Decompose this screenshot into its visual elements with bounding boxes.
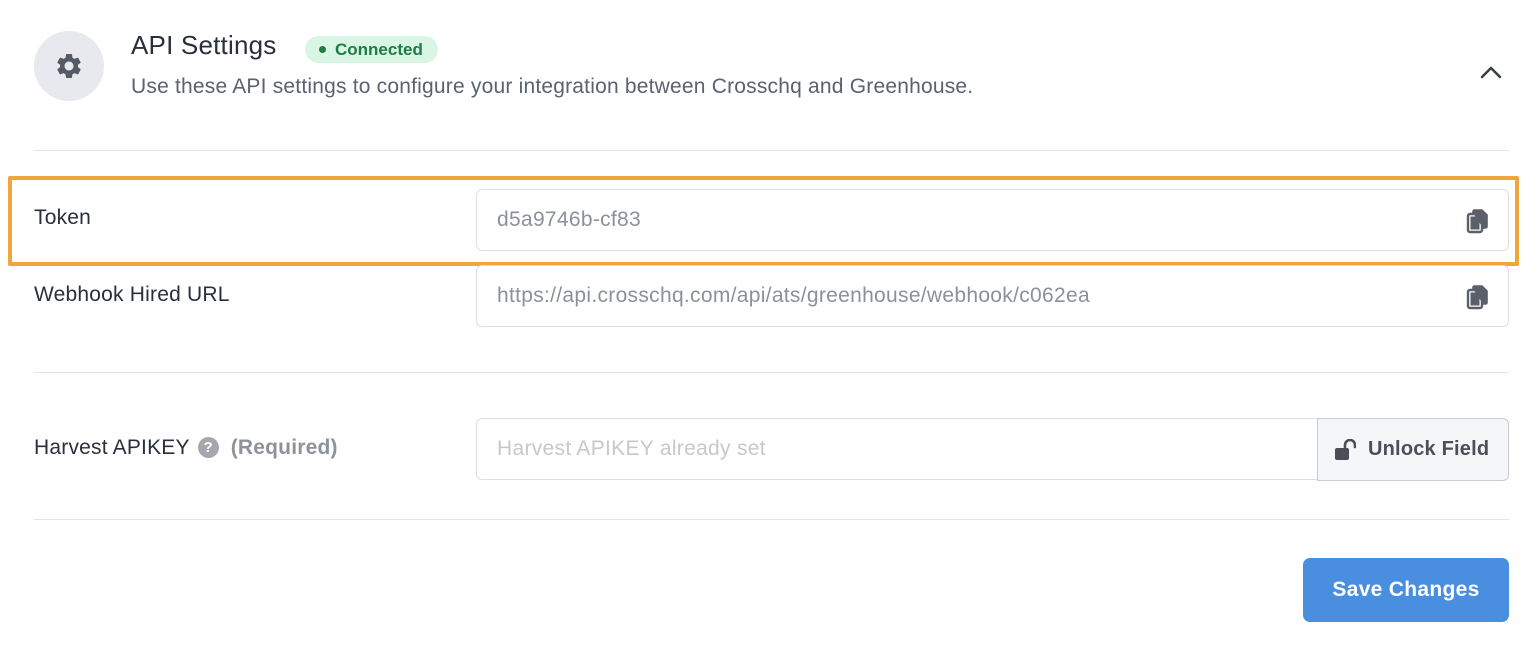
- token-value: d5a9746b-cf83: [497, 208, 642, 231]
- status-badge: Connected: [305, 36, 438, 63]
- save-changes-button[interactable]: Save Changes: [1303, 558, 1509, 622]
- token-copy-button[interactable]: [1466, 208, 1490, 234]
- token-field[interactable]: d5a9746b-cf83: [476, 189, 1509, 251]
- harvest-apikey-input[interactable]: [477, 419, 1318, 479]
- divider: [34, 372, 1509, 373]
- harvest-apikey-label: Harvest APIKEY: [34, 436, 190, 459]
- chevron-up-icon: [1480, 66, 1502, 79]
- divider: [34, 519, 1509, 520]
- copy-icon: [1466, 209, 1488, 234]
- unlock-field-label: Unlock Field: [1368, 438, 1490, 460]
- webhook-url-field[interactable]: https://api.crosschq.com/api/ats/greenho…: [476, 265, 1509, 327]
- token-label: Token: [34, 206, 92, 229]
- required-label: (Required): [230, 436, 338, 459]
- gear-icon: [57, 53, 81, 78]
- copy-icon: [1466, 285, 1488, 310]
- divider: [34, 150, 1509, 151]
- webhook-copy-button[interactable]: [1466, 284, 1490, 310]
- webhook-url-value: https://api.crosschq.com/api/ats/greenho…: [497, 284, 1090, 307]
- page-title: API Settings: [131, 30, 277, 60]
- webhook-label: Webhook Hired URL: [34, 283, 230, 306]
- harvest-apikey-field[interactable]: [476, 418, 1318, 480]
- unlock-icon: [1335, 438, 1356, 460]
- status-badge-label: Connected: [335, 40, 423, 59]
- unlock-field-button[interactable]: Unlock Field: [1317, 418, 1509, 481]
- integration-header: API Settings Connected Use these API set…: [0, 0, 1540, 150]
- status-dot: [319, 46, 326, 53]
- help-icon[interactable]: ?: [197, 437, 219, 458]
- gear-icon-circle: [34, 31, 104, 101]
- collapse-button[interactable]: [1478, 60, 1504, 84]
- harvest-apikey-label-group: Harvest APIKEY? (Required): [34, 436, 338, 460]
- page-subtitle: Use these API settings to configure your…: [131, 75, 974, 98]
